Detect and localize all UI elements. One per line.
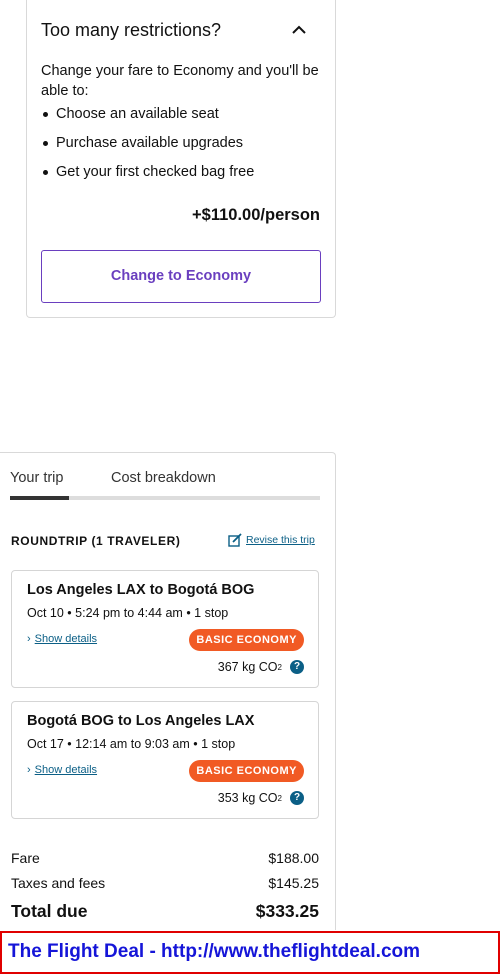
help-icon[interactable]: ?: [290, 660, 304, 674]
co2-value: 367 kg CO: [217, 660, 278, 674]
roundtrip-header: ROUNDTRIP (1 TRAVELER): [11, 534, 181, 548]
revise-trip-link[interactable]: Revise this trip: [228, 533, 315, 547]
co2-value: 353 kg CO: [217, 791, 278, 805]
tab-active-indicator: [10, 496, 69, 500]
show-details-link[interactable]: › Show details: [27, 764, 97, 776]
flight-times: Oct 10 • 5:24 pm to 4:44 am • 1 stop: [27, 606, 229, 620]
trip-tabs: Your trip Cost breakdown: [10, 470, 320, 502]
flight-route: Bogotá BOG to Los Angeles LAX: [27, 713, 255, 729]
tab-your-trip[interactable]: Your trip: [10, 470, 63, 486]
show-details-label: Show details: [34, 633, 98, 645]
fare-class-badge: BASIC ECONOMY: [189, 629, 304, 651]
watermark-banner: The Flight Deal - http://www.theflightde…: [0, 931, 500, 974]
edit-icon: [228, 533, 242, 547]
co2-emissions: 367 kg CO 2 ?: [218, 660, 304, 674]
show-details-label: Show details: [34, 764, 98, 776]
co2-subscript: 2: [277, 662, 282, 672]
benefits-list: Choose an available seat Purchase availa…: [41, 104, 254, 191]
benefit-item: Get your first checked bag free: [41, 162, 254, 191]
flight-route: Los Angeles LAX to Bogotá BOG: [27, 582, 255, 598]
change-to-economy-button[interactable]: Change to Economy: [41, 250, 321, 303]
taxes-value: $145.25: [268, 875, 319, 891]
revise-trip-label: Revise this trip: [246, 534, 315, 546]
taxes-label: Taxes and fees: [11, 875, 106, 891]
total-value: $333.25: [255, 901, 319, 921]
fare-label: Fare: [11, 850, 40, 866]
flight-card-outbound: Los Angeles LAX to Bogotá BOG Oct 10 • 5…: [11, 570, 319, 688]
chevron-right-icon: ›: [27, 764, 31, 776]
flight-times: Oct 17 • 12:14 am to 9:03 am • 1 stop: [27, 737, 236, 751]
chevron-right-icon: ›: [27, 633, 31, 645]
show-details-link[interactable]: › Show details: [27, 633, 97, 645]
restrictions-intro: Change your fare to Economy and you'll b…: [41, 63, 319, 99]
tab-cost-breakdown[interactable]: Cost breakdown: [111, 470, 216, 486]
fare-class-badge: BASIC ECONOMY: [189, 760, 304, 782]
watermark-text: The Flight Deal - http://www.theflightde…: [8, 941, 421, 962]
total-label: Total due: [11, 901, 88, 921]
benefit-item: Choose an available seat: [41, 104, 254, 133]
benefit-item: Purchase available upgrades: [41, 133, 254, 162]
trip-panel: Your trip Cost breakdown ROUNDTRIP (1 TR…: [0, 452, 336, 930]
flight-card-return: Bogotá BOG to Los Angeles LAX Oct 17 • 1…: [11, 701, 319, 819]
restrictions-title: Too many restrictions?: [41, 20, 222, 40]
fare-value: $188.00: [268, 850, 319, 866]
co2-subscript: 2: [277, 793, 282, 803]
upgrade-price: +$110.00/person: [192, 206, 320, 224]
co2-emissions: 353 kg CO 2 ?: [218, 791, 304, 805]
restrictions-card: Too many restrictions? Change your fare …: [26, 0, 336, 318]
chevron-up-icon[interactable]: [289, 20, 309, 40]
help-icon[interactable]: ?: [290, 791, 304, 805]
